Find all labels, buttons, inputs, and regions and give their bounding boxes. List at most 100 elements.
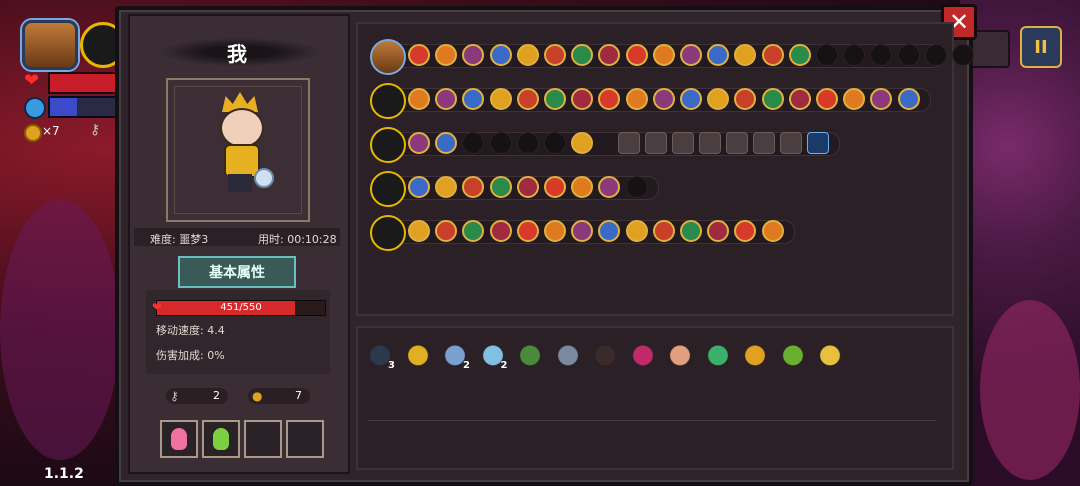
hp-bar: 451/550 <box>156 300 326 316</box>
coin-icon: ● <box>252 389 263 403</box>
skill-orb-icon[interactable] <box>788 44 811 66</box>
skill-orb-icon[interactable] <box>408 176 430 198</box>
gauntlet-icon[interactable] <box>370 215 406 251</box>
skill-orb-icon[interactable] <box>408 88 430 110</box>
locked-skill-slot[interactable] <box>699 132 722 154</box>
skill-orb-icon[interactable] <box>788 88 811 110</box>
skill-orb-icon[interactable] <box>625 88 648 110</box>
version-label: 1.1.2 <box>44 466 84 482</box>
skill-orb-icon[interactable] <box>680 88 702 110</box>
green-orb-icon[interactable] <box>778 340 807 368</box>
skill-orb-icon[interactable] <box>489 176 512 198</box>
gold-wing-icon[interactable] <box>741 340 769 368</box>
green-potion-icon <box>213 428 229 450</box>
damage-bonus-stat: 伤害加成: 0% <box>156 349 225 362</box>
skill-orb-icon[interactable] <box>625 220 648 242</box>
empty-orb-slot <box>544 132 566 154</box>
skill-orb-icon[interactable] <box>652 220 675 242</box>
skill-orb-icon[interactable] <box>761 44 784 66</box>
background-blob <box>0 200 120 460</box>
dark-staff-icon[interactable] <box>370 127 406 163</box>
potion-slot[interactable] <box>286 420 324 458</box>
coin-icon <box>24 124 42 142</box>
skill-orb-icon[interactable] <box>680 220 702 242</box>
key-icon: ⚷ <box>170 389 179 403</box>
gauntlet-icon[interactable] <box>553 340 582 368</box>
potion-slot[interactable] <box>202 420 240 458</box>
empty-orb-slot <box>816 44 838 66</box>
coins-counter: ● 7 <box>248 388 310 404</box>
skill-orb-icon[interactable] <box>680 44 702 66</box>
skill-orb-icon[interactable] <box>652 44 675 66</box>
locked-skill-slot[interactable] <box>672 132 695 154</box>
gold-flame-icon[interactable] <box>816 340 844 368</box>
empty-orb-slot <box>625 176 648 198</box>
time-label: 用时: 00:10:28 <box>258 233 337 246</box>
speed-stat: 移动速度: 4.4 <box>156 324 225 337</box>
locked-skill-slot[interactable] <box>645 132 668 154</box>
skill-orb-icon[interactable] <box>544 44 566 66</box>
potion-slot[interactable] <box>244 420 282 458</box>
locked-skill-slot[interactable] <box>780 132 803 154</box>
skill-orb-icon[interactable] <box>816 88 838 110</box>
skill-orb-icon[interactable] <box>897 88 920 110</box>
heart-icon: ❤ <box>152 300 163 314</box>
heart-icon: ❤ <box>24 70 40 91</box>
gold-staff-icon[interactable] <box>370 171 406 207</box>
pause-button[interactable]: II <box>1020 26 1062 68</box>
divider <box>368 420 936 421</box>
pink-shield-icon[interactable] <box>666 340 694 368</box>
empty-orb-slot <box>489 132 512 154</box>
rainbow-cape-icon[interactable] <box>628 340 657 368</box>
dark-armor-icon[interactable] <box>591 340 619 368</box>
character-head <box>220 108 264 148</box>
basic-attributes-button[interactable]: 基本属性 <box>178 256 296 288</box>
skill-orb-icon[interactable] <box>516 44 539 66</box>
skill-orb-icon[interactable] <box>516 176 539 198</box>
trident-icon[interactable] <box>403 340 432 368</box>
keys-value: 2 <box>213 389 220 402</box>
hud-chest-icon[interactable] <box>22 20 78 70</box>
skill-orb-icon[interactable] <box>408 132 430 154</box>
locked-skill-slot[interactable] <box>618 132 641 154</box>
skill-orb-icon[interactable] <box>761 220 784 242</box>
skill-orb-icon[interactable] <box>516 220 539 242</box>
keys-counter: ⚷ 2 <box>166 388 228 404</box>
item-count: 2 <box>463 360 470 371</box>
key-icon: ⚷ <box>90 122 101 138</box>
skill-orb-icon[interactable] <box>625 44 648 66</box>
hud-mana-bar <box>48 96 122 118</box>
difficulty-label: 难度: 噩梦3 <box>150 233 209 246</box>
locked-skill-slot[interactable] <box>753 132 776 154</box>
skill-orb-icon[interactable] <box>544 176 566 198</box>
potion-slot[interactable] <box>160 420 198 458</box>
skill-orb-icon[interactable] <box>544 88 566 110</box>
green-staff-icon[interactable] <box>370 83 406 119</box>
skill-orb-icon[interactable] <box>408 220 430 242</box>
mana-icon <box>24 97 46 119</box>
background-blob <box>980 300 1080 480</box>
skill-orb-icon[interactable] <box>489 88 512 110</box>
character-portrait <box>166 78 310 222</box>
skill-orb-icon[interactable] <box>761 88 784 110</box>
item-count: 2 <box>500 360 508 371</box>
skill-orb-icon[interactable] <box>489 220 512 242</box>
pink-potion-icon <box>171 428 187 450</box>
treasure-chest-icon[interactable] <box>370 39 406 75</box>
character-name: 我 <box>227 42 247 66</box>
locked-skill-slot[interactable] <box>726 132 749 154</box>
hp-text: 451/550 <box>220 302 262 313</box>
skill-orb-icon[interactable] <box>544 220 566 242</box>
skill-orb-icon[interactable] <box>489 44 512 66</box>
empty-orb-slot <box>897 44 920 66</box>
skill-orb-icon[interactable] <box>516 88 539 110</box>
coins-value: 7 <box>295 389 302 402</box>
skill-orb-icon[interactable] <box>408 44 430 66</box>
locked-skill-slot[interactable] <box>807 132 830 154</box>
leaf-icon[interactable] <box>703 340 732 368</box>
green-helmet-icon[interactable] <box>516 340 544 368</box>
empty-orb-slot <box>952 44 974 66</box>
skill-orb-icon[interactable] <box>652 88 675 110</box>
character-legs <box>228 174 252 192</box>
empty-orb-slot <box>924 44 947 66</box>
